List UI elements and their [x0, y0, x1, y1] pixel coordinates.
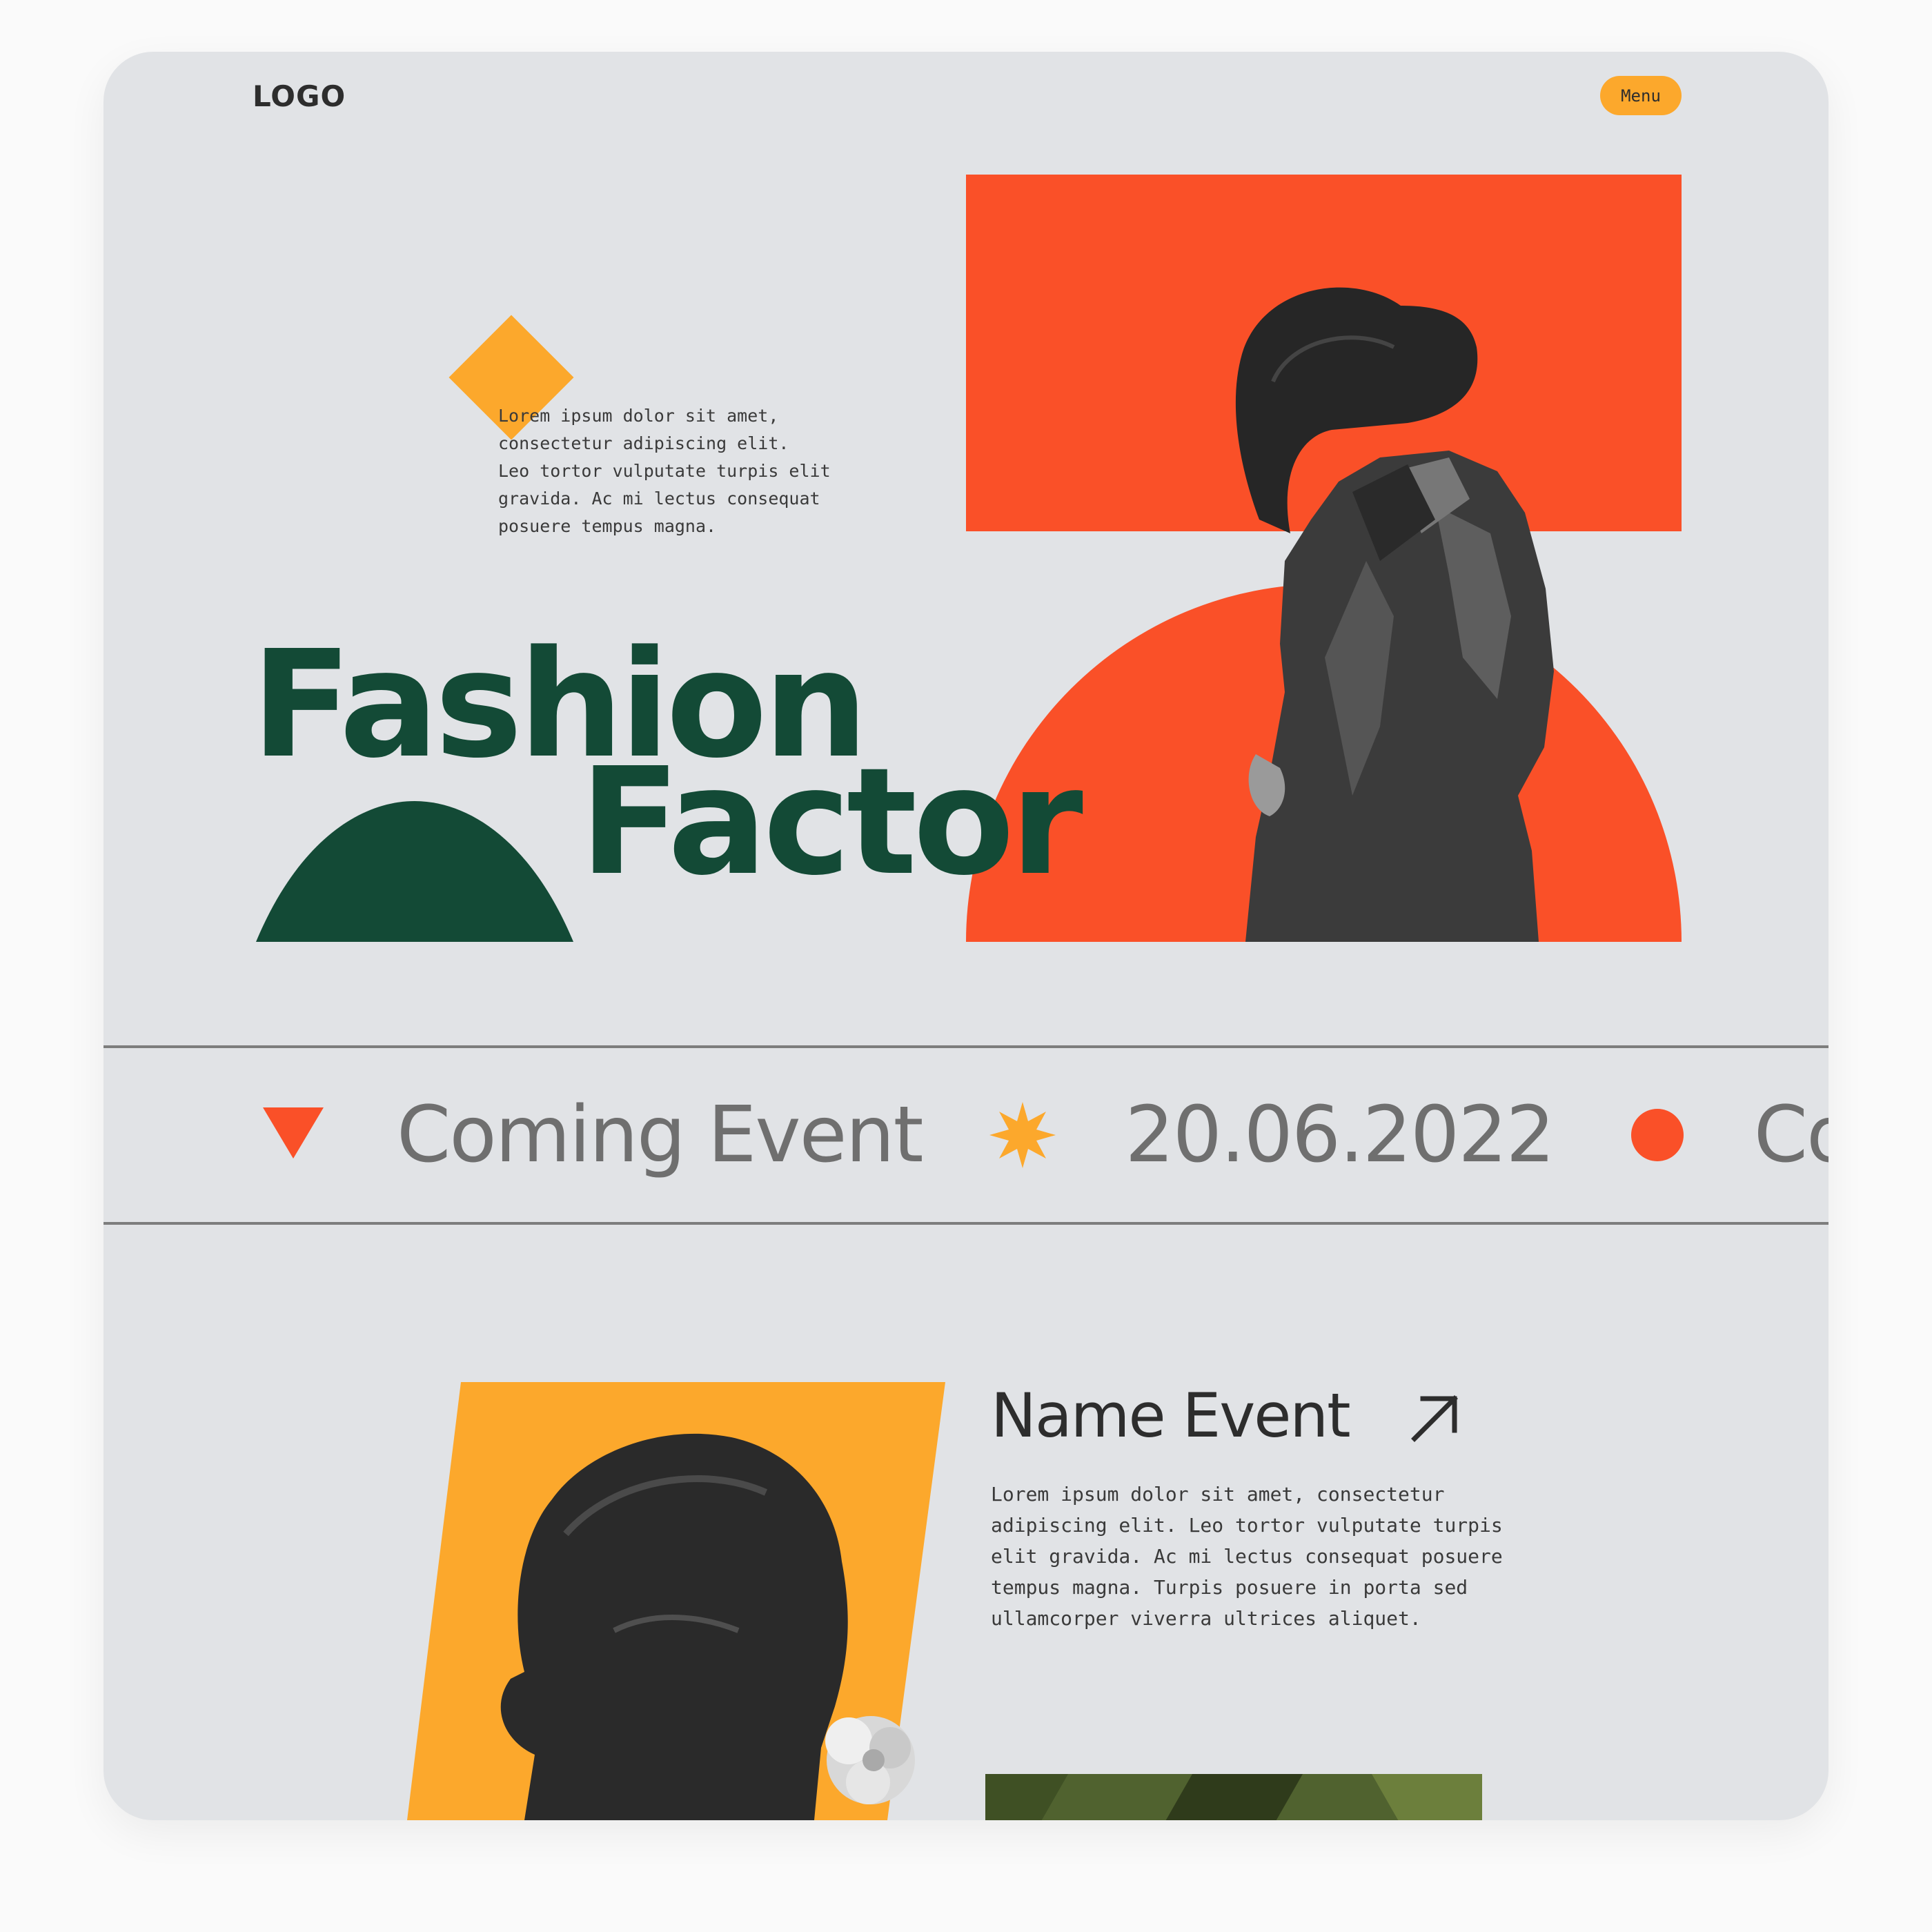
star-burst-icon: [989, 1102, 1056, 1168]
green-dome-shape: [256, 801, 573, 942]
ticker-text-coming-event: Coming Event: [397, 1090, 923, 1180]
ticker-text-date: 20.06.2022: [1125, 1090, 1555, 1180]
triangle-down-icon: [263, 1107, 324, 1159]
event-description: Lorem ipsum dolor sit amet, consectetur …: [991, 1483, 1503, 1630]
event-title[interactable]: Name Event: [991, 1380, 1351, 1451]
logo[interactable]: LOGO: [253, 79, 346, 113]
next-event-image[interactable]: [985, 1774, 1482, 1820]
hero-intro-text: Lorem ipsum dolor sit amet, consectetur …: [498, 406, 831, 536]
arrow-up-right-icon[interactable]: [1406, 1390, 1461, 1446]
menu-button[interactable]: Menu: [1600, 76, 1682, 115]
ticker-track: Coming Event 20.06.2022 Co: [103, 1048, 1828, 1222]
page-card: LOGO Menu Lorem ipsum dolor sit amet, co…: [103, 52, 1828, 1820]
circle-icon: [1630, 1109, 1684, 1161]
ticker-text-coming-event-repeat: Co: [1753, 1090, 1828, 1180]
hero-title-line2: Factor: [580, 736, 1083, 908]
event-ticker: Coming Event 20.06.2022 Co: [103, 1045, 1828, 1225]
event-image[interactable]: [407, 1382, 945, 1820]
